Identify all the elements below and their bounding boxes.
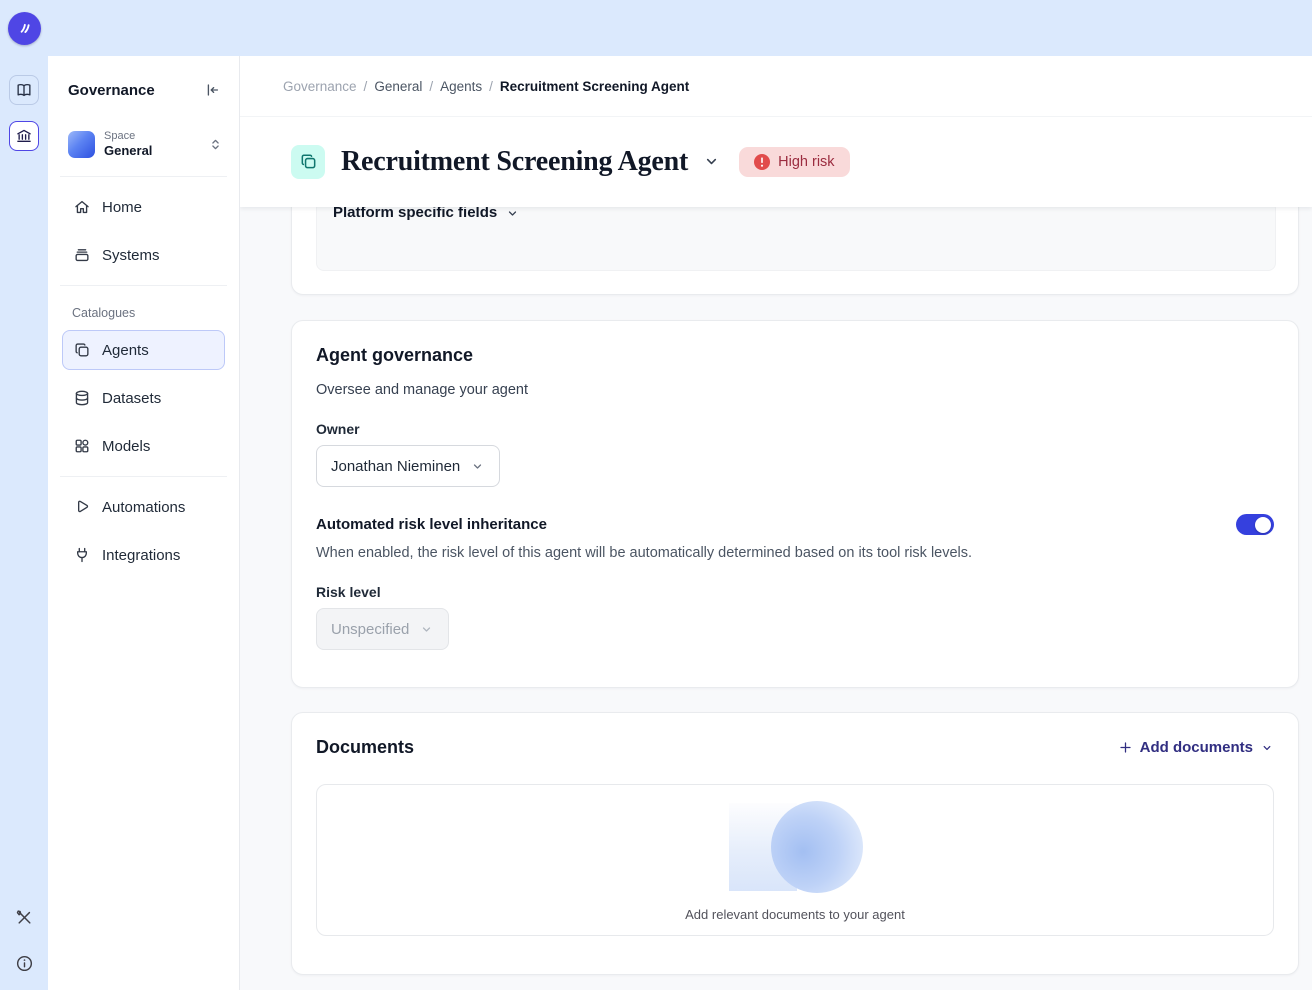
sidebar-item-label: Automations	[102, 499, 185, 516]
governance-subtitle: Oversee and manage your agent	[316, 382, 1274, 398]
copy-icon	[73, 341, 91, 359]
bank-icon	[15, 127, 33, 145]
owner-label: Owner	[316, 421, 1274, 437]
tools-button[interactable]	[9, 902, 39, 932]
breadcrumb-separator: /	[364, 79, 368, 94]
tools-icon	[15, 908, 34, 927]
space-avatar	[68, 131, 95, 158]
page-header: Governance / General / Agents / Recruitm…	[240, 56, 1312, 207]
alert-icon	[754, 154, 770, 170]
sidebar-header: Governance	[62, 56, 225, 124]
documents-card: Documents Add documents	[291, 712, 1299, 975]
breadcrumb: Governance / General / Agents / Recruitm…	[283, 79, 689, 94]
inheritance-description: When enabled, the risk level of this age…	[316, 545, 1274, 561]
documents-illustration	[725, 801, 865, 893]
rail-library-button[interactable]	[9, 75, 39, 105]
sidebar-item-datasets[interactable]: Datasets	[62, 374, 225, 422]
systems-icon	[73, 246, 91, 264]
app-logo-button[interactable]	[8, 12, 41, 45]
page-title: Recruitment Screening Agent	[341, 146, 688, 178]
breadcrumb-separator: /	[429, 79, 433, 94]
sidebar-divider	[60, 476, 227, 477]
chevron-down-icon	[470, 459, 485, 474]
sidebar-item-automations[interactable]: Automations	[62, 483, 225, 531]
rail-governance-button[interactable]	[9, 121, 39, 151]
app-root: Governance Space General	[0, 0, 1312, 990]
space-texts: Space General	[104, 130, 199, 158]
chevron-down-icon	[419, 622, 434, 637]
sidebar-item-label: Home	[102, 199, 142, 216]
sidebar-divider	[60, 176, 227, 177]
plus-icon	[1118, 740, 1133, 755]
chevron-down-icon	[505, 206, 520, 221]
sidebar: Governance Space General	[48, 56, 240, 990]
collapse-sidebar-button[interactable]	[201, 79, 223, 101]
grid-icon	[73, 437, 91, 455]
info-button[interactable]	[9, 948, 39, 978]
main: Platform specific fields Agent governanc…	[240, 56, 1312, 990]
catalogues-section-label: Catalogues	[62, 292, 225, 326]
info-icon	[15, 954, 34, 973]
breadcrumb-row: Governance / General / Agents / Recruitm…	[240, 56, 1312, 117]
agent-type-icon	[291, 145, 325, 179]
sidebar-item-label: Models	[102, 438, 150, 455]
sidebar-item-systems[interactable]: Systems	[62, 231, 225, 279]
sidebar-divider	[60, 285, 227, 286]
sidebar-item-models[interactable]: Models	[62, 422, 225, 470]
space-label: Space	[104, 130, 199, 142]
governance-title: Agent governance	[316, 345, 1274, 366]
breadcrumb-item[interactable]: Agents	[440, 79, 482, 94]
sidebar-item-label: Datasets	[102, 390, 161, 407]
breadcrumb-item[interactable]: General	[374, 79, 422, 94]
logo-icon	[15, 18, 35, 38]
toggle-knob	[1255, 517, 1271, 533]
topbar	[0, 0, 1312, 56]
sidebar-item-label: Agents	[102, 342, 149, 359]
space-selector[interactable]: Space General	[62, 124, 225, 164]
documents-title: Documents	[316, 737, 414, 758]
risk-level-select[interactable]: Unspecified	[316, 608, 449, 650]
title-row: Recruitment Screening Agent High ri	[240, 117, 1312, 206]
documents-header: Documents Add documents	[316, 737, 1274, 758]
sidebar-item-label: Integrations	[102, 547, 180, 564]
risk-inheritance-toggle[interactable]	[1236, 514, 1274, 535]
breadcrumb-item-current: Recruitment Screening Agent	[500, 79, 689, 94]
owner-value: Jonathan Nieminen	[331, 458, 460, 475]
sidebar-item-home[interactable]: Home	[62, 183, 225, 231]
chevron-updown-icon	[208, 137, 223, 152]
plug-icon	[73, 546, 91, 564]
risk-badge: High risk	[739, 147, 849, 177]
owner-select[interactable]: Jonathan Nieminen	[316, 445, 500, 487]
play-icon	[73, 498, 91, 516]
documents-empty-text: Add relevant documents to your agent	[685, 907, 905, 922]
risk-badge-label: High risk	[778, 154, 834, 170]
add-documents-button[interactable]: Add documents	[1118, 739, 1274, 756]
home-icon	[73, 198, 91, 216]
breadcrumb-separator: /	[489, 79, 493, 94]
inheritance-row: Automated risk level inheritance	[316, 514, 1274, 535]
database-icon	[73, 389, 91, 407]
collapse-sidebar-icon	[203, 81, 221, 99]
inheritance-label: Automated risk level inheritance	[316, 516, 547, 533]
risk-level-value: Unspecified	[331, 621, 409, 638]
sidebar-title: Governance	[68, 82, 155, 99]
space-name: General	[104, 143, 199, 158]
add-documents-label: Add documents	[1140, 739, 1253, 756]
documents-empty-state[interactable]: Add relevant documents to your agent	[316, 784, 1274, 936]
sidebar-item-agents[interactable]: Agents	[62, 330, 225, 370]
chevron-down-icon	[1260, 741, 1274, 755]
layout: Governance Space General	[0, 56, 1312, 990]
sidebar-item-integrations[interactable]: Integrations	[62, 531, 225, 579]
book-icon	[15, 81, 33, 99]
breadcrumb-item[interactable]: Governance	[283, 79, 357, 94]
risk-level-label: Risk level	[316, 584, 1274, 600]
platform-fields-panel: Platform specific fields	[316, 201, 1276, 271]
agent-governance-card: Agent governance Oversee and manage your…	[291, 320, 1299, 688]
illustration-circle	[771, 801, 863, 893]
left-rail	[0, 56, 48, 990]
title-menu-button[interactable]	[700, 150, 723, 173]
sidebar-item-label: Systems	[102, 247, 160, 264]
